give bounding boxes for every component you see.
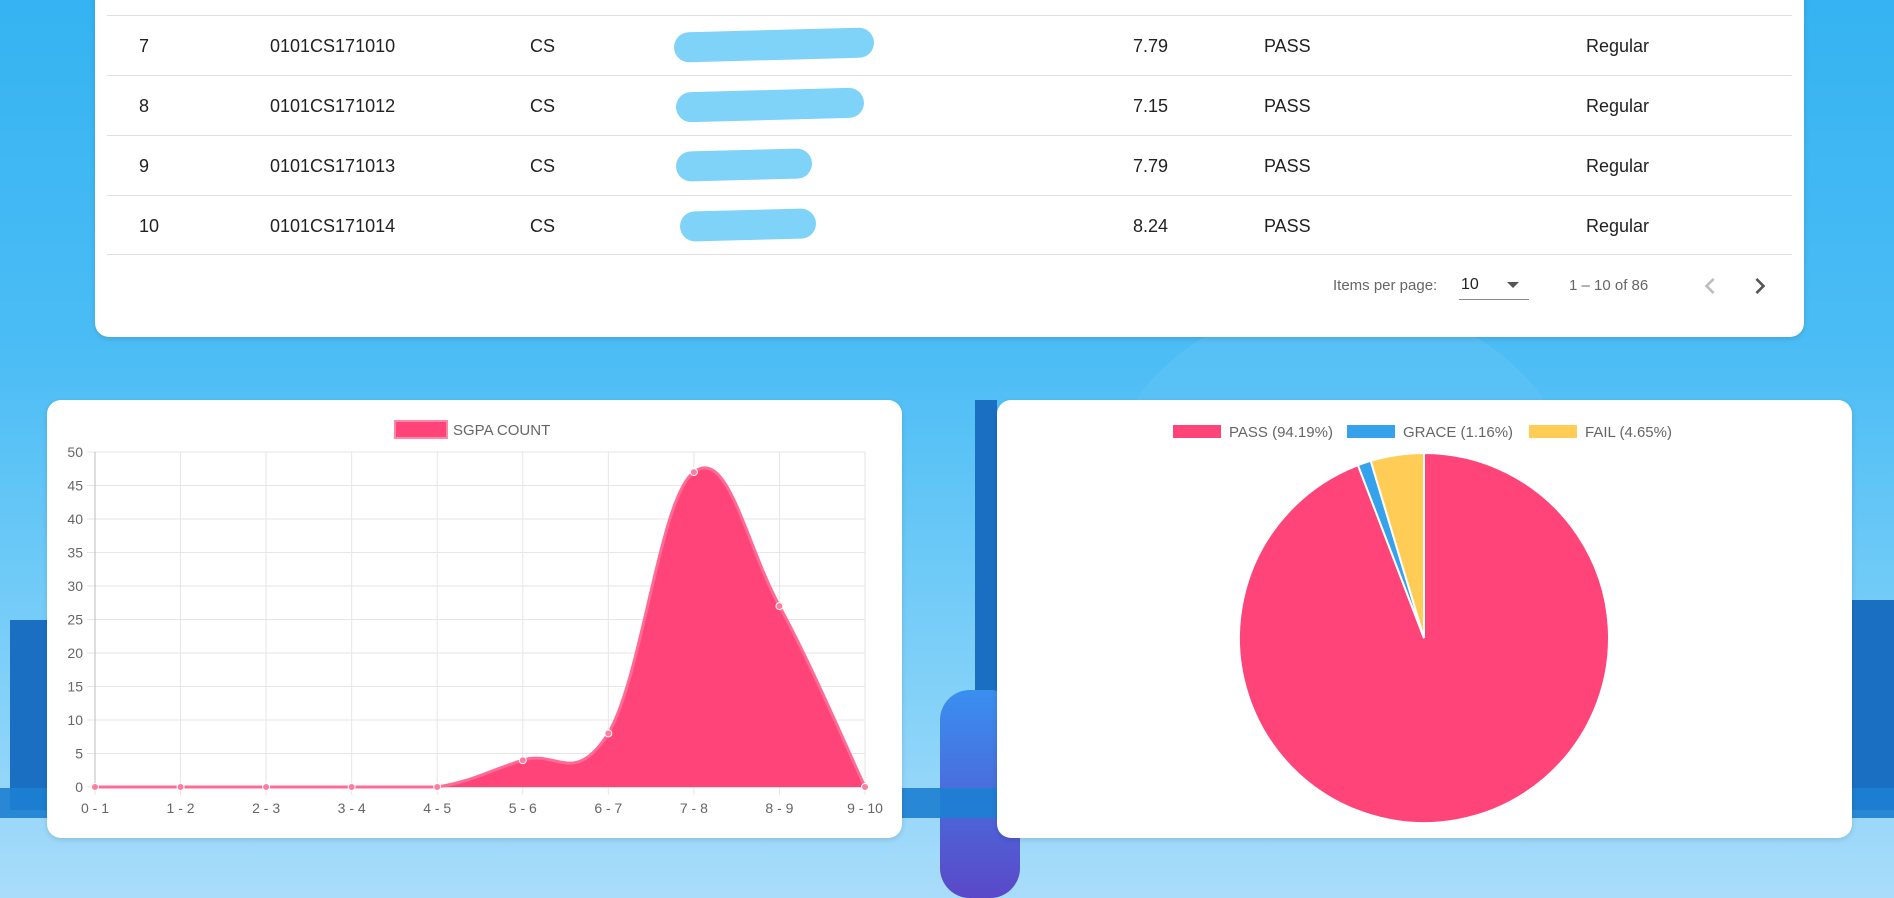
data-point — [775, 602, 784, 611]
data-point — [518, 756, 527, 765]
name-redaction — [675, 87, 865, 123]
data-point — [91, 783, 99, 791]
cell-result: PASS — [1264, 156, 1311, 176]
data-point — [433, 783, 442, 791]
result-pie-chart-card: PASS (94.19%) GRACE (1.16%) FAIL (4.65%) — [997, 400, 1852, 838]
data-point — [604, 729, 613, 738]
chart-legend: PASS (94.19%) GRACE (1.16%) FAIL (4.65%) — [1173, 424, 1672, 441]
items-per-page-value: 10 — [1461, 276, 1479, 293]
y-tick-label: 35 — [67, 545, 83, 561]
legend-swatch — [1529, 425, 1577, 438]
x-tick-label: 2 - 3 — [252, 800, 280, 816]
sgpa-count-area — [95, 467, 865, 787]
cell-roll-number: 0101CS171012 — [270, 96, 396, 116]
background-building — [1852, 600, 1894, 810]
name-redaction — [679, 208, 817, 242]
table-row[interactable]: 9 0101CS171013 CS 7.79 PASS Regular — [107, 135, 1792, 195]
cell-sgpa: 7.15 — [1133, 96, 1169, 116]
legend-swatch — [1347, 425, 1395, 438]
y-tick-label: 5 — [75, 746, 83, 762]
y-tick-label: 20 — [67, 645, 83, 661]
items-per-page-select[interactable]: 10 — [1459, 272, 1529, 300]
y-tick-label: 15 — [67, 679, 83, 695]
x-tick-label: 5 - 6 — [509, 800, 537, 816]
data-point — [176, 783, 185, 791]
y-tick-label: 45 — [67, 478, 83, 494]
chart-legend: SGPA COUNT — [394, 420, 550, 439]
cell-sgpa: 7.79 — [1133, 36, 1169, 56]
cell-result: PASS — [1264, 36, 1311, 56]
cell-sgpa: 7.79 — [1133, 156, 1169, 176]
y-tick-label: 0 — [75, 779, 83, 795]
cell-roll-number: 0101CS171014 — [270, 216, 396, 236]
name-redaction — [675, 148, 813, 182]
table-row[interactable]: 7 0101CS171010 CS 7.79 PASS Regular — [107, 15, 1792, 75]
chevron-left-icon — [1704, 278, 1715, 294]
x-tick-label: 3 - 4 — [338, 800, 366, 816]
sgpa-count-chart-card: 0 5 10 15 20 25 30 35 40 45 50 0 - 1 1 - 2 2 - 3 3 - 4… — [47, 400, 902, 838]
y-tick-label: 30 — [67, 578, 83, 594]
result-pie-chart: PASS (94.19%) GRACE (1.16%) FAIL (4.65%) — [1173, 424, 1672, 824]
legend-swatch — [394, 420, 448, 439]
cell-branch: CS — [530, 96, 556, 116]
legend-label: GRACE (1.16%) — [1403, 424, 1513, 441]
y-tick-label: 25 — [67, 612, 83, 628]
previous-page-button[interactable] — [1694, 270, 1726, 302]
cell-roll-number: 0101CS171013 — [270, 156, 396, 176]
cell-sgpa: 8.24 — [1133, 216, 1169, 236]
results-table-card: 7 0101CS171010 CS 7.79 PASS Regular 8 0101CS171… — [95, 0, 1804, 337]
legend-label: SGPA COUNT — [453, 422, 550, 439]
cell-type: Regular — [1586, 96, 1650, 116]
cell-result: PASS — [1264, 216, 1311, 236]
y-tick-label: 10 — [67, 712, 83, 728]
table-row[interactable]: 10 0101CS171014 CS 8.24 PASS Regular — [107, 195, 1792, 255]
items-per-page-label: Items per page: — [1333, 277, 1438, 294]
dropdown-caret-icon — [1507, 282, 1519, 288]
data-point — [861, 783, 869, 791]
table-row[interactable]: 8 0101CS171012 CS 7.15 PASS Regular — [107, 75, 1792, 135]
cell-sno: 9 — [139, 156, 150, 176]
y-tick-label: 50 — [67, 444, 83, 460]
cell-branch: CS — [530, 36, 556, 56]
cell-result: PASS — [1264, 96, 1311, 116]
cell-type: Regular — [1586, 216, 1650, 236]
cell-type: Regular — [1586, 36, 1650, 56]
background-building — [10, 620, 50, 810]
data-point — [347, 783, 356, 791]
name-redaction — [673, 27, 875, 63]
y-tick-label: 40 — [67, 511, 83, 527]
cell-sno: 10 — [139, 216, 160, 236]
legend-label: FAIL (4.65%) — [1585, 424, 1672, 441]
x-tick-label: 9 - 10 — [847, 800, 883, 816]
cell-roll-number: 0101CS171010 — [270, 36, 396, 56]
legend-swatch — [1173, 425, 1221, 438]
legend-label: PASS (94.19%) — [1229, 424, 1333, 441]
data-point — [689, 468, 698, 477]
cell-branch: CS — [530, 156, 556, 176]
cell-branch: CS — [530, 216, 556, 236]
x-tick-label: 7 - 8 — [680, 800, 708, 816]
results-table: 7 0101CS171010 CS 7.79 PASS Regular 8 0101CS171… — [107, 15, 1792, 255]
sgpa-count-chart: 0 5 10 15 20 25 30 35 40 45 50 0 - 1 1 - 2 2 - 3 3 - 4… — [67, 420, 883, 816]
chevron-right-icon — [1755, 278, 1766, 294]
cell-type: Regular — [1586, 156, 1650, 176]
x-tick-label: 1 - 2 — [167, 800, 195, 816]
data-point — [262, 783, 271, 791]
page-range-label: 1 – 10 of 86 — [1569, 277, 1649, 294]
x-tick-label: 0 - 1 — [81, 800, 109, 816]
next-page-button[interactable] — [1744, 270, 1776, 302]
x-tick-label: 4 - 5 — [423, 800, 451, 816]
cell-sno: 8 — [139, 96, 150, 116]
cell-sno: 7 — [139, 36, 150, 56]
x-tick-label: 8 - 9 — [765, 800, 793, 816]
paginator: Items per page: 10 1 – 10 of 86 — [107, 256, 1792, 316]
x-tick-label: 6 - 7 — [594, 800, 622, 816]
